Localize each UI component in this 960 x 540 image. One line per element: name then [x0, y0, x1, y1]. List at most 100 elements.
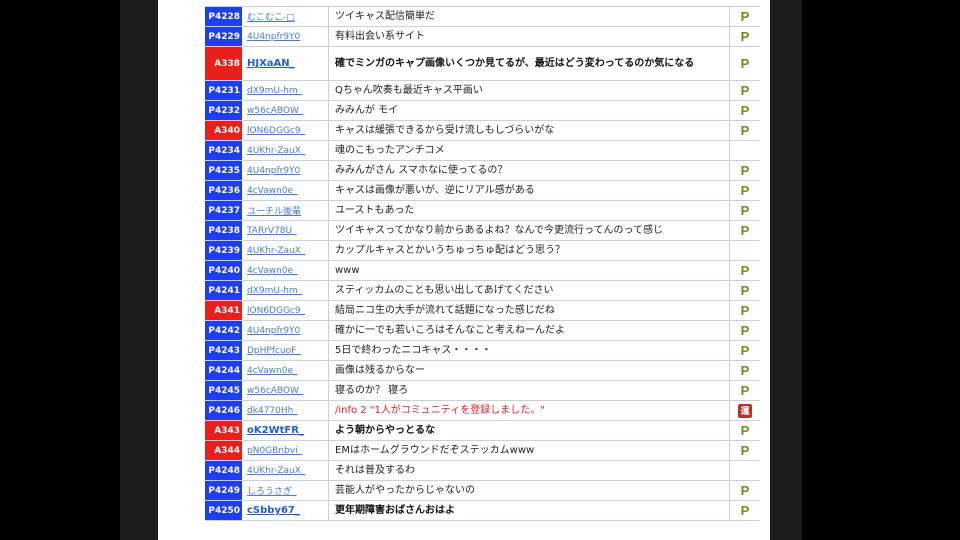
comment-text: カップルキャスとかいうちゅっちゅ配はどう思う？	[329, 241, 730, 260]
comment-text: ユーストもあった	[329, 201, 730, 220]
comment-text: EMはホームグラウンドだぞステッカムwww	[329, 441, 730, 460]
comment-grid: P4228 むこむこ-□ ツイキャス配信簡単だ P P4229 4U4npfr9Y0 有料出…	[205, 6, 760, 521]
comment-user-link[interactable]: 4cVawn0e_	[243, 181, 329, 200]
comment-user-link[interactable]: しろうさぎ_	[243, 481, 329, 500]
comment-number: P4228	[205, 7, 243, 26]
window-gutter-right	[770, 0, 802, 540]
comment-row[interactable]: P4234 4UKhr-ZauX_ 魂のこもったアンチコメ	[205, 141, 760, 161]
comment-number: P4229	[205, 27, 243, 46]
comment-row[interactable]: A338 HJXaAN_ 確でミンガのキャプ画像いくつか見てるが、最近はどう変わって…	[205, 47, 760, 81]
comment-user-link[interactable]: HJXaAN_	[243, 47, 329, 80]
comment-text: キャスは緩張できるから受け流しもしづらいがな	[329, 121, 730, 140]
comment-user-link[interactable]: ユーチル後輩	[243, 201, 329, 220]
comment-text: 画像は残るからなー	[329, 361, 730, 380]
comment-flag: P	[730, 121, 760, 140]
comment-row[interactable]: A343 oK2WtFR_ よう朝からやっとるな P	[205, 421, 760, 441]
comment-flag: P	[730, 7, 760, 26]
comment-user-link[interactable]: 4U4npfr9Y0	[243, 321, 329, 340]
comment-user-link[interactable]: 4UKhr-ZauX_	[243, 461, 329, 480]
comment-number: P4250	[205, 501, 243, 520]
comment-row[interactable]: P4248 4UKhr-ZauX_ それは普及するわ	[205, 461, 760, 481]
comment-user-link[interactable]: lON6DGGc9_	[243, 121, 329, 140]
comment-flag	[730, 461, 760, 480]
comment-user-link[interactable]: 4U4npfr9Y0	[243, 27, 329, 46]
comment-user-link[interactable]: pN0GBnbvi_	[243, 441, 329, 460]
comment-row[interactable]: A340 lON6DGGc9_ キャスは緩張できるから受け流しもしづらいがな P	[205, 121, 760, 141]
comment-number: P4236	[205, 181, 243, 200]
comment-row[interactable]: P4243 DpHPfcuoF_ 5日で終わったニコキャス・・・・ P	[205, 341, 760, 361]
comment-user-link[interactable]: 4cVawn0e_	[243, 261, 329, 280]
comment-number: P4245	[205, 381, 243, 400]
comment-flag: P	[730, 421, 760, 440]
comment-number: P4237	[205, 201, 243, 220]
comment-row[interactable]: P4244 4cVawn0e_ 画像は残るからなー P	[205, 361, 760, 381]
premium-p-icon: P	[740, 383, 750, 398]
comment-text: みみんが モイ	[329, 101, 730, 120]
comment-row[interactable]: P4241 dX9mU-hm_ スティッカムのことも思い出してあげてください P	[205, 281, 760, 301]
letterbox-left	[0, 0, 120, 540]
comment-user-link[interactable]: oK2WtFR_	[243, 421, 329, 440]
comment-flag: P	[730, 281, 760, 300]
comment-row[interactable]: P4238 TARrV78U_ ツイキャスってかなり前からあるよね？なんで今更流行っ…	[205, 221, 760, 241]
comment-text: 5日で終わったニコキャス・・・・	[329, 341, 730, 360]
comment-text: 確かに一でも若いころはそんなこと考えねーんだよ	[329, 321, 730, 340]
comment-row[interactable]: A344 pN0GBnbvi_ EMはホームグラウンドだぞステッカムwww P	[205, 441, 760, 461]
comment-row[interactable]: P4235 4U4npfr9Y0 みみんがさん スマホなに使ってるの？ P	[205, 161, 760, 181]
comment-flag: P	[730, 201, 760, 220]
premium-p-icon: P	[740, 323, 750, 338]
premium-p-icon: P	[740, 103, 750, 118]
comment-user-link[interactable]: w56cABOW_	[243, 101, 329, 120]
premium-p-icon: P	[740, 343, 750, 358]
comment-flag: P	[730, 381, 760, 400]
comment-row[interactable]: P4231 dX9mU-hm_ Qちゃん吹奏も最近キャス平画い P	[205, 81, 760, 101]
premium-p-icon: P	[740, 56, 750, 71]
comment-user-link[interactable]: dk4770Hh_	[243, 401, 329, 420]
comment-user-link[interactable]: TARrV78U_	[243, 221, 329, 240]
comment-row[interactable]: P4249 しろうさぎ_ 芸能人がやったからじゃないの P	[205, 481, 760, 501]
comment-user-link[interactable]: 4UKhr-ZauX_	[243, 241, 329, 260]
comment-user-link[interactable]: w56cABOW_	[243, 381, 329, 400]
comment-flag: P	[730, 81, 760, 100]
comment-text: 芸能人がやったからじゃないの	[329, 481, 730, 500]
comment-number: P4249	[205, 481, 243, 500]
comment-user-link[interactable]: dX9mU-hm_	[243, 81, 329, 100]
comment-row[interactable]: P4245 w56cABOW_ 寝るのか？ 寝ろ P	[205, 381, 760, 401]
comment-row[interactable]: P4237 ユーチル後輩 ユーストもあった P	[205, 201, 760, 221]
comment-user-link[interactable]: lON6DGGc9_	[243, 301, 329, 320]
comment-flag: P	[730, 101, 760, 120]
comment-text: キャスは画像が悪いが、逆にリアル感がある	[329, 181, 730, 200]
comment-row[interactable]: P4250 cSbby67_ 更年期障害おばさんおはよ P	[205, 501, 760, 521]
comment-row[interactable]: P4239 4UKhr-ZauX_ カップルキャスとかいうちゅっちゅ配はどう思う？	[205, 241, 760, 261]
premium-p-icon: P	[740, 223, 750, 238]
comment-number: P4239	[205, 241, 243, 260]
system-flag-icon: 運	[738, 403, 752, 418]
comment-flag: P	[730, 501, 760, 520]
comment-user-link[interactable]: cSbby67_	[243, 501, 329, 520]
comment-flag: P	[730, 261, 760, 280]
comment-flag: P	[730, 321, 760, 340]
comment-user-link[interactable]: むこむこ-□	[243, 7, 329, 26]
comment-number: P4244	[205, 361, 243, 380]
comment-row[interactable]: P4240 4cVawn0e_ www P	[205, 261, 760, 281]
comment-user-link[interactable]: 4U4npfr9Y0	[243, 161, 329, 180]
comment-number: A340	[205, 121, 243, 140]
comment-user-link[interactable]: 4UKhr-ZauX_	[243, 141, 329, 160]
comment-user-link[interactable]: 4cVawn0e_	[243, 361, 329, 380]
comment-row[interactable]: P4236 4cVawn0e_ キャスは画像が悪いが、逆にリアル感がある P	[205, 181, 760, 201]
comment-text: 魂のこもったアンチコメ	[329, 141, 730, 160]
comment-user-link[interactable]: dX9mU-hm_	[243, 281, 329, 300]
comment-row[interactable]: P4228 むこむこ-□ ツイキャス配信簡単だ P	[205, 7, 760, 27]
comment-user-link[interactable]: DpHPfcuoF_	[243, 341, 329, 360]
comment-row[interactable]: P4232 w56cABOW_ みみんが モイ P	[205, 101, 760, 121]
comment-flag	[730, 141, 760, 160]
comment-row[interactable]: P4246 dk4770Hh_/info 2 "1人がコミュニティを登録しました。…	[205, 401, 760, 421]
comment-text: みみんがさん スマホなに使ってるの？	[329, 161, 730, 180]
comment-row[interactable]: A341 lON6DGGc9_ 結局ニコ生の大手が流れて話題になった感じだね P	[205, 301, 760, 321]
comment-row[interactable]: P4242 4U4npfr9Y0 確かに一でも若いころはそんなこと考えねーんだよ P	[205, 321, 760, 341]
premium-p-icon: P	[740, 283, 750, 298]
letterbox-right	[802, 0, 960, 540]
comment-number: A341	[205, 301, 243, 320]
comment-row[interactable]: P4229 4U4npfr9Y0 有料出会い系サイト P	[205, 27, 760, 47]
comment-number: P4241	[205, 281, 243, 300]
comment-number: P4248	[205, 461, 243, 480]
